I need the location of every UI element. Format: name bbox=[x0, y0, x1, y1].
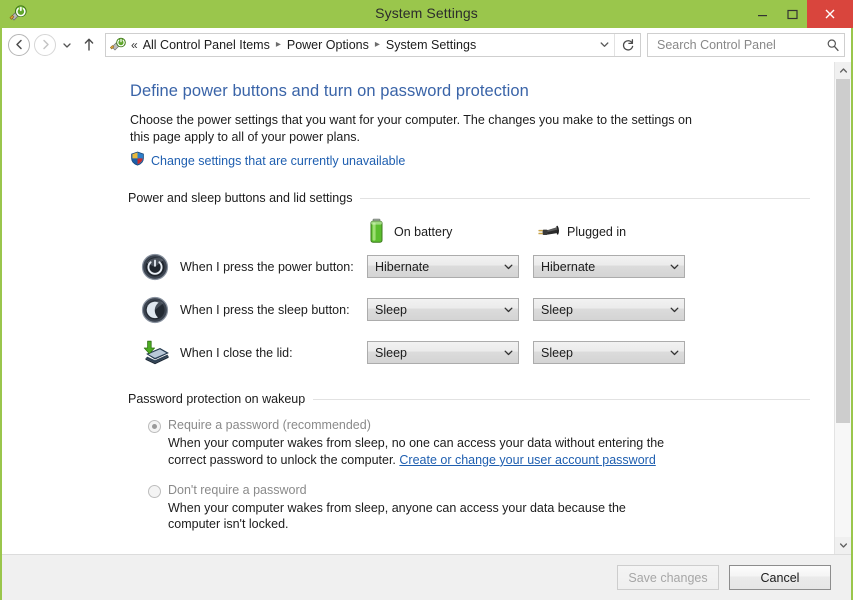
address-bar[interactable]: « All Control Panel Items ▸ Power Option… bbox=[105, 32, 641, 57]
navigation-bar: « All Control Panel Items ▸ Power Option… bbox=[2, 28, 851, 62]
window-body: Define power buttons and turn on passwor… bbox=[2, 62, 851, 600]
chevron-down-icon bbox=[669, 304, 680, 315]
scroll-thumb[interactable] bbox=[836, 79, 850, 423]
close-lid-plugged-in-select[interactable]: Sleep bbox=[533, 341, 685, 365]
setting-label-close-lid: When I close the lid: bbox=[180, 345, 293, 360]
chevron-down-icon bbox=[669, 261, 680, 272]
elevation-link-row[interactable]: Change settings that are currently unava… bbox=[130, 151, 810, 171]
setting-label-sleep-button: When I press the sleep button: bbox=[180, 302, 350, 317]
setting-row-close-lid: When I close the lid: Sleep Sleep bbox=[130, 331, 810, 374]
sleep-button-plugged-in-value: Sleep bbox=[541, 302, 573, 317]
column-label-plugged-in: Plugged in bbox=[567, 225, 627, 240]
window-title: System Settings bbox=[375, 5, 478, 21]
content-inner: Define power buttons and turn on passwor… bbox=[2, 82, 834, 533]
radio-button-no-password[interactable] bbox=[148, 484, 161, 498]
create-change-password-link[interactable]: Create or change your user account passw… bbox=[399, 453, 655, 467]
change-unavailable-settings-link[interactable]: Change settings that are currently unava… bbox=[151, 154, 405, 168]
column-label-on-battery: On battery bbox=[394, 225, 453, 240]
content-pane: Define power buttons and turn on passwor… bbox=[2, 62, 834, 554]
up-icon bbox=[84, 38, 94, 51]
dropdown-icon bbox=[63, 42, 71, 48]
column-header-plugged-in: Plugged in bbox=[533, 221, 626, 244]
title-bar: System Settings bbox=[0, 0, 853, 28]
radio-button-require-password[interactable] bbox=[148, 420, 161, 434]
close-icon[interactable] bbox=[807, 0, 853, 28]
password-section-title: Password protection on wakeup bbox=[128, 392, 306, 407]
breadcrumb-item-all-control-panel-items[interactable]: All Control Panel Items bbox=[141, 38, 272, 52]
chevron-down-icon[interactable] bbox=[594, 34, 614, 56]
laptop-lid-icon bbox=[140, 338, 170, 368]
minimize-icon[interactable] bbox=[747, 0, 777, 28]
setting-row-power-button: When I press the power button: Hibernate… bbox=[130, 245, 810, 288]
sleep-button-plugged-in-select[interactable]: Sleep bbox=[533, 298, 685, 322]
radio-description-require-password: When your computer wakes from sleep, no … bbox=[130, 435, 675, 468]
save-changes-button[interactable]: Save changes bbox=[617, 565, 719, 590]
up-button[interactable] bbox=[76, 32, 102, 58]
section-divider bbox=[360, 197, 810, 199]
sleep-moon-icon bbox=[140, 295, 170, 325]
setting-label-power-button: When I press the power button: bbox=[180, 259, 354, 274]
vertical-scrollbar[interactable] bbox=[834, 62, 851, 554]
breadcrumb-item-system-settings[interactable]: System Settings bbox=[384, 38, 478, 52]
battery-icon bbox=[367, 218, 386, 247]
breadcrumb-separator-icon[interactable]: ▸ bbox=[371, 39, 384, 50]
column-header-on-battery: On battery bbox=[367, 218, 533, 247]
power-button-plugged-in-value: Hibernate bbox=[541, 259, 596, 274]
system-settings-window: System Settings « All Control Panel Item… bbox=[0, 0, 853, 600]
close-lid-on-battery-value: Sleep bbox=[375, 345, 407, 360]
refresh-icon[interactable] bbox=[614, 33, 640, 56]
content-row: Define power buttons and turn on passwor… bbox=[2, 62, 851, 554]
maximize-icon[interactable] bbox=[777, 0, 807, 28]
breadcrumb-overflow[interactable]: « bbox=[130, 38, 141, 52]
chevron-down-icon bbox=[503, 347, 514, 358]
radio-option-no-password[interactable]: Don't require a password bbox=[130, 483, 810, 498]
power-button-on-battery-value: Hibernate bbox=[375, 259, 430, 274]
breadcrumb-power-options-icon bbox=[109, 37, 128, 53]
chevron-down-icon bbox=[669, 347, 680, 358]
search-icon[interactable] bbox=[826, 38, 840, 52]
password-section-header: Password protection on wakeup bbox=[128, 392, 810, 406]
close-lid-on-battery-select[interactable]: Sleep bbox=[367, 341, 519, 365]
power-section-title: Power and sleep buttons and lid settings bbox=[128, 191, 353, 206]
breadcrumb-separator-icon[interactable]: ▸ bbox=[272, 39, 285, 50]
page-description: Choose the power settings that you want … bbox=[130, 113, 692, 144]
scroll-track[interactable] bbox=[835, 79, 851, 537]
forward-icon bbox=[34, 33, 56, 56]
recent-locations-button[interactable] bbox=[58, 32, 76, 58]
forward-button[interactable] bbox=[32, 32, 58, 58]
section-divider bbox=[313, 398, 810, 400]
power-button-plugged-in-select[interactable]: Hibernate bbox=[533, 255, 685, 279]
close-lid-plugged-in-value: Sleep bbox=[541, 345, 573, 360]
chevron-down-icon bbox=[503, 261, 514, 272]
back-button[interactable] bbox=[6, 32, 32, 58]
breadcrumb-item-power-options[interactable]: Power Options bbox=[285, 38, 371, 52]
scroll-down-button[interactable] bbox=[835, 537, 851, 554]
scroll-up-button[interactable] bbox=[835, 62, 851, 79]
window-controls bbox=[747, 0, 853, 28]
uac-shield-icon bbox=[130, 151, 145, 171]
radio-option-require-password[interactable]: Require a password (recommended) bbox=[130, 418, 810, 434]
cancel-button[interactable]: Cancel bbox=[729, 565, 831, 590]
back-icon bbox=[8, 33, 30, 56]
sleep-button-on-battery-value: Sleep bbox=[375, 302, 407, 317]
page-title: Define power buttons and turn on passwor… bbox=[130, 82, 529, 100]
footer-bar: Save changes Cancel bbox=[2, 554, 851, 600]
search-input[interactable] bbox=[655, 36, 826, 53]
sleep-button-on-battery-select[interactable]: Sleep bbox=[367, 298, 519, 322]
radio-description-no-password: When your computer wakes from sleep, any… bbox=[168, 500, 626, 532]
radio-label-no-password: Don't require a password bbox=[168, 482, 307, 497]
power-button-icon bbox=[140, 252, 170, 282]
radio-label-require-password: Require a password (recommended) bbox=[168, 418, 371, 433]
setting-row-sleep-button: When I press the sleep button: Sleep Sle… bbox=[130, 288, 810, 331]
column-headers: On battery Plugged in bbox=[130, 218, 810, 247]
search-box[interactable] bbox=[647, 32, 845, 57]
power-section-header: Power and sleep buttons and lid settings bbox=[128, 191, 810, 205]
power-button-on-battery-select[interactable]: Hibernate bbox=[367, 255, 519, 279]
power-plug-icon bbox=[533, 221, 559, 244]
chevron-down-icon bbox=[503, 304, 514, 315]
